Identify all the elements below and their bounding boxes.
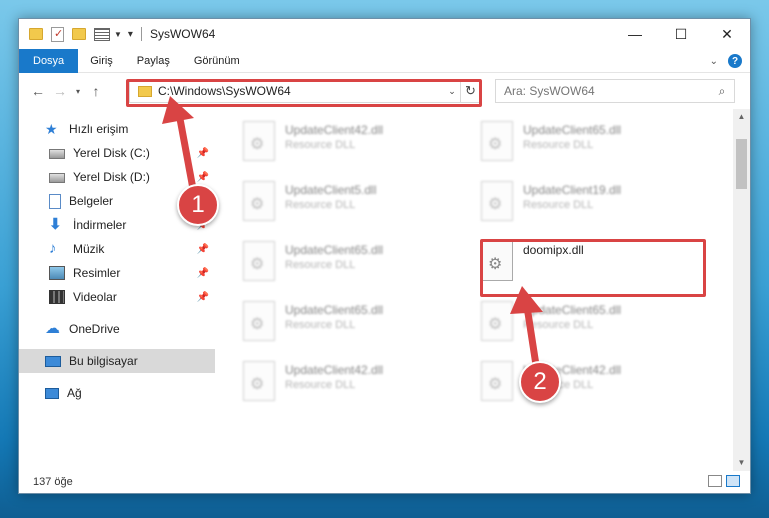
arrow-2-head	[510, 286, 543, 314]
arrow-1-head	[162, 96, 194, 124]
step-2-badge: 2	[519, 361, 561, 403]
step-1-badge: 1	[177, 184, 219, 226]
annotation-arrows	[162, 96, 543, 379]
